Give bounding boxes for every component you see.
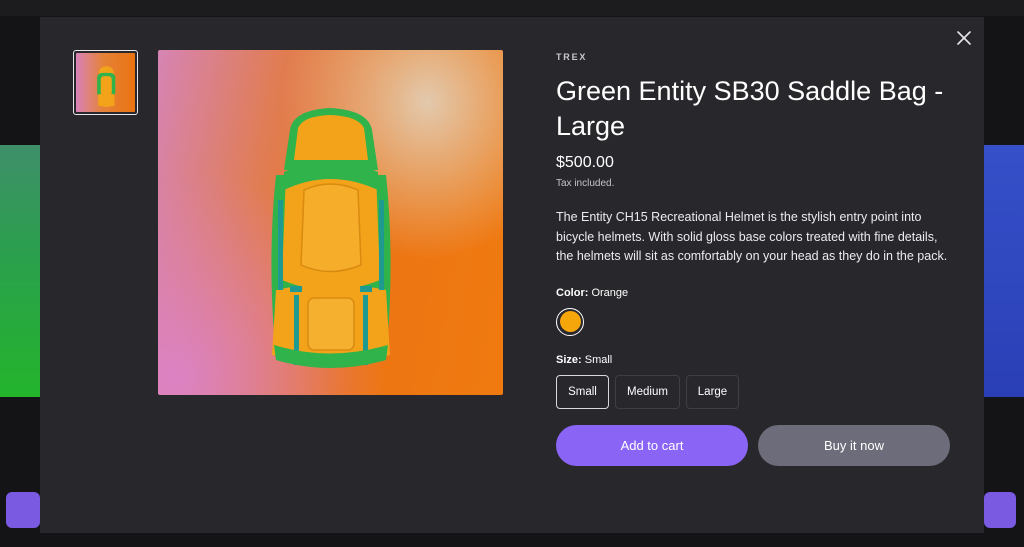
- product-price: $500.00: [556, 154, 614, 171]
- product-vendor: TREX: [556, 52, 588, 62]
- product-title: Green Entity SB30 Saddle Bag - Large: [556, 76, 944, 141]
- thumbnail-image: [76, 53, 135, 112]
- product-quick-view-modal: TREX Green Entity SB30 Saddle Bag - Larg…: [40, 17, 984, 533]
- background-product-card-left: [0, 145, 40, 397]
- color-label-prefix: Color:: [556, 286, 589, 299]
- close-button[interactable]: [953, 27, 975, 49]
- color-option-label: Color: Orange: [556, 287, 956, 299]
- close-icon: [957, 31, 971, 45]
- background-button-left: [6, 492, 40, 528]
- product-main-image[interactable]: [158, 50, 503, 395]
- color-swatch-fill: [559, 311, 581, 332]
- tax-note: Tax included.: [556, 178, 615, 189]
- background-product-card-right: [984, 145, 1024, 397]
- buy-now-button[interactable]: Buy it now: [758, 424, 950, 466]
- size-selected-value: Small: [584, 353, 613, 366]
- purchase-actions: Add to cart Buy it now: [556, 424, 956, 466]
- backpack-image: [271, 108, 391, 368]
- color-selected-value: Orange: [591, 286, 629, 299]
- background-header: [0, 0, 1024, 16]
- size-option-label: Size: Small: [556, 354, 956, 366]
- size-option-medium[interactable]: Medium: [615, 374, 680, 409]
- add-to-cart-button[interactable]: Add to cart: [556, 424, 748, 466]
- background-button-right: [984, 492, 1016, 528]
- size-label-prefix: Size:: [556, 353, 582, 366]
- color-swatch-orange[interactable]: [556, 307, 584, 336]
- product-thumbnail[interactable]: [73, 50, 138, 115]
- product-info: TREX Green Entity SB30 Saddle Bag - Larg…: [556, 52, 956, 466]
- product-description: The Entity CH15 Recreational Helmet is t…: [556, 210, 948, 263]
- size-options: Small Medium Large: [556, 374, 956, 409]
- size-option-large[interactable]: Large: [686, 374, 739, 409]
- size-option-small[interactable]: Small: [556, 374, 609, 409]
